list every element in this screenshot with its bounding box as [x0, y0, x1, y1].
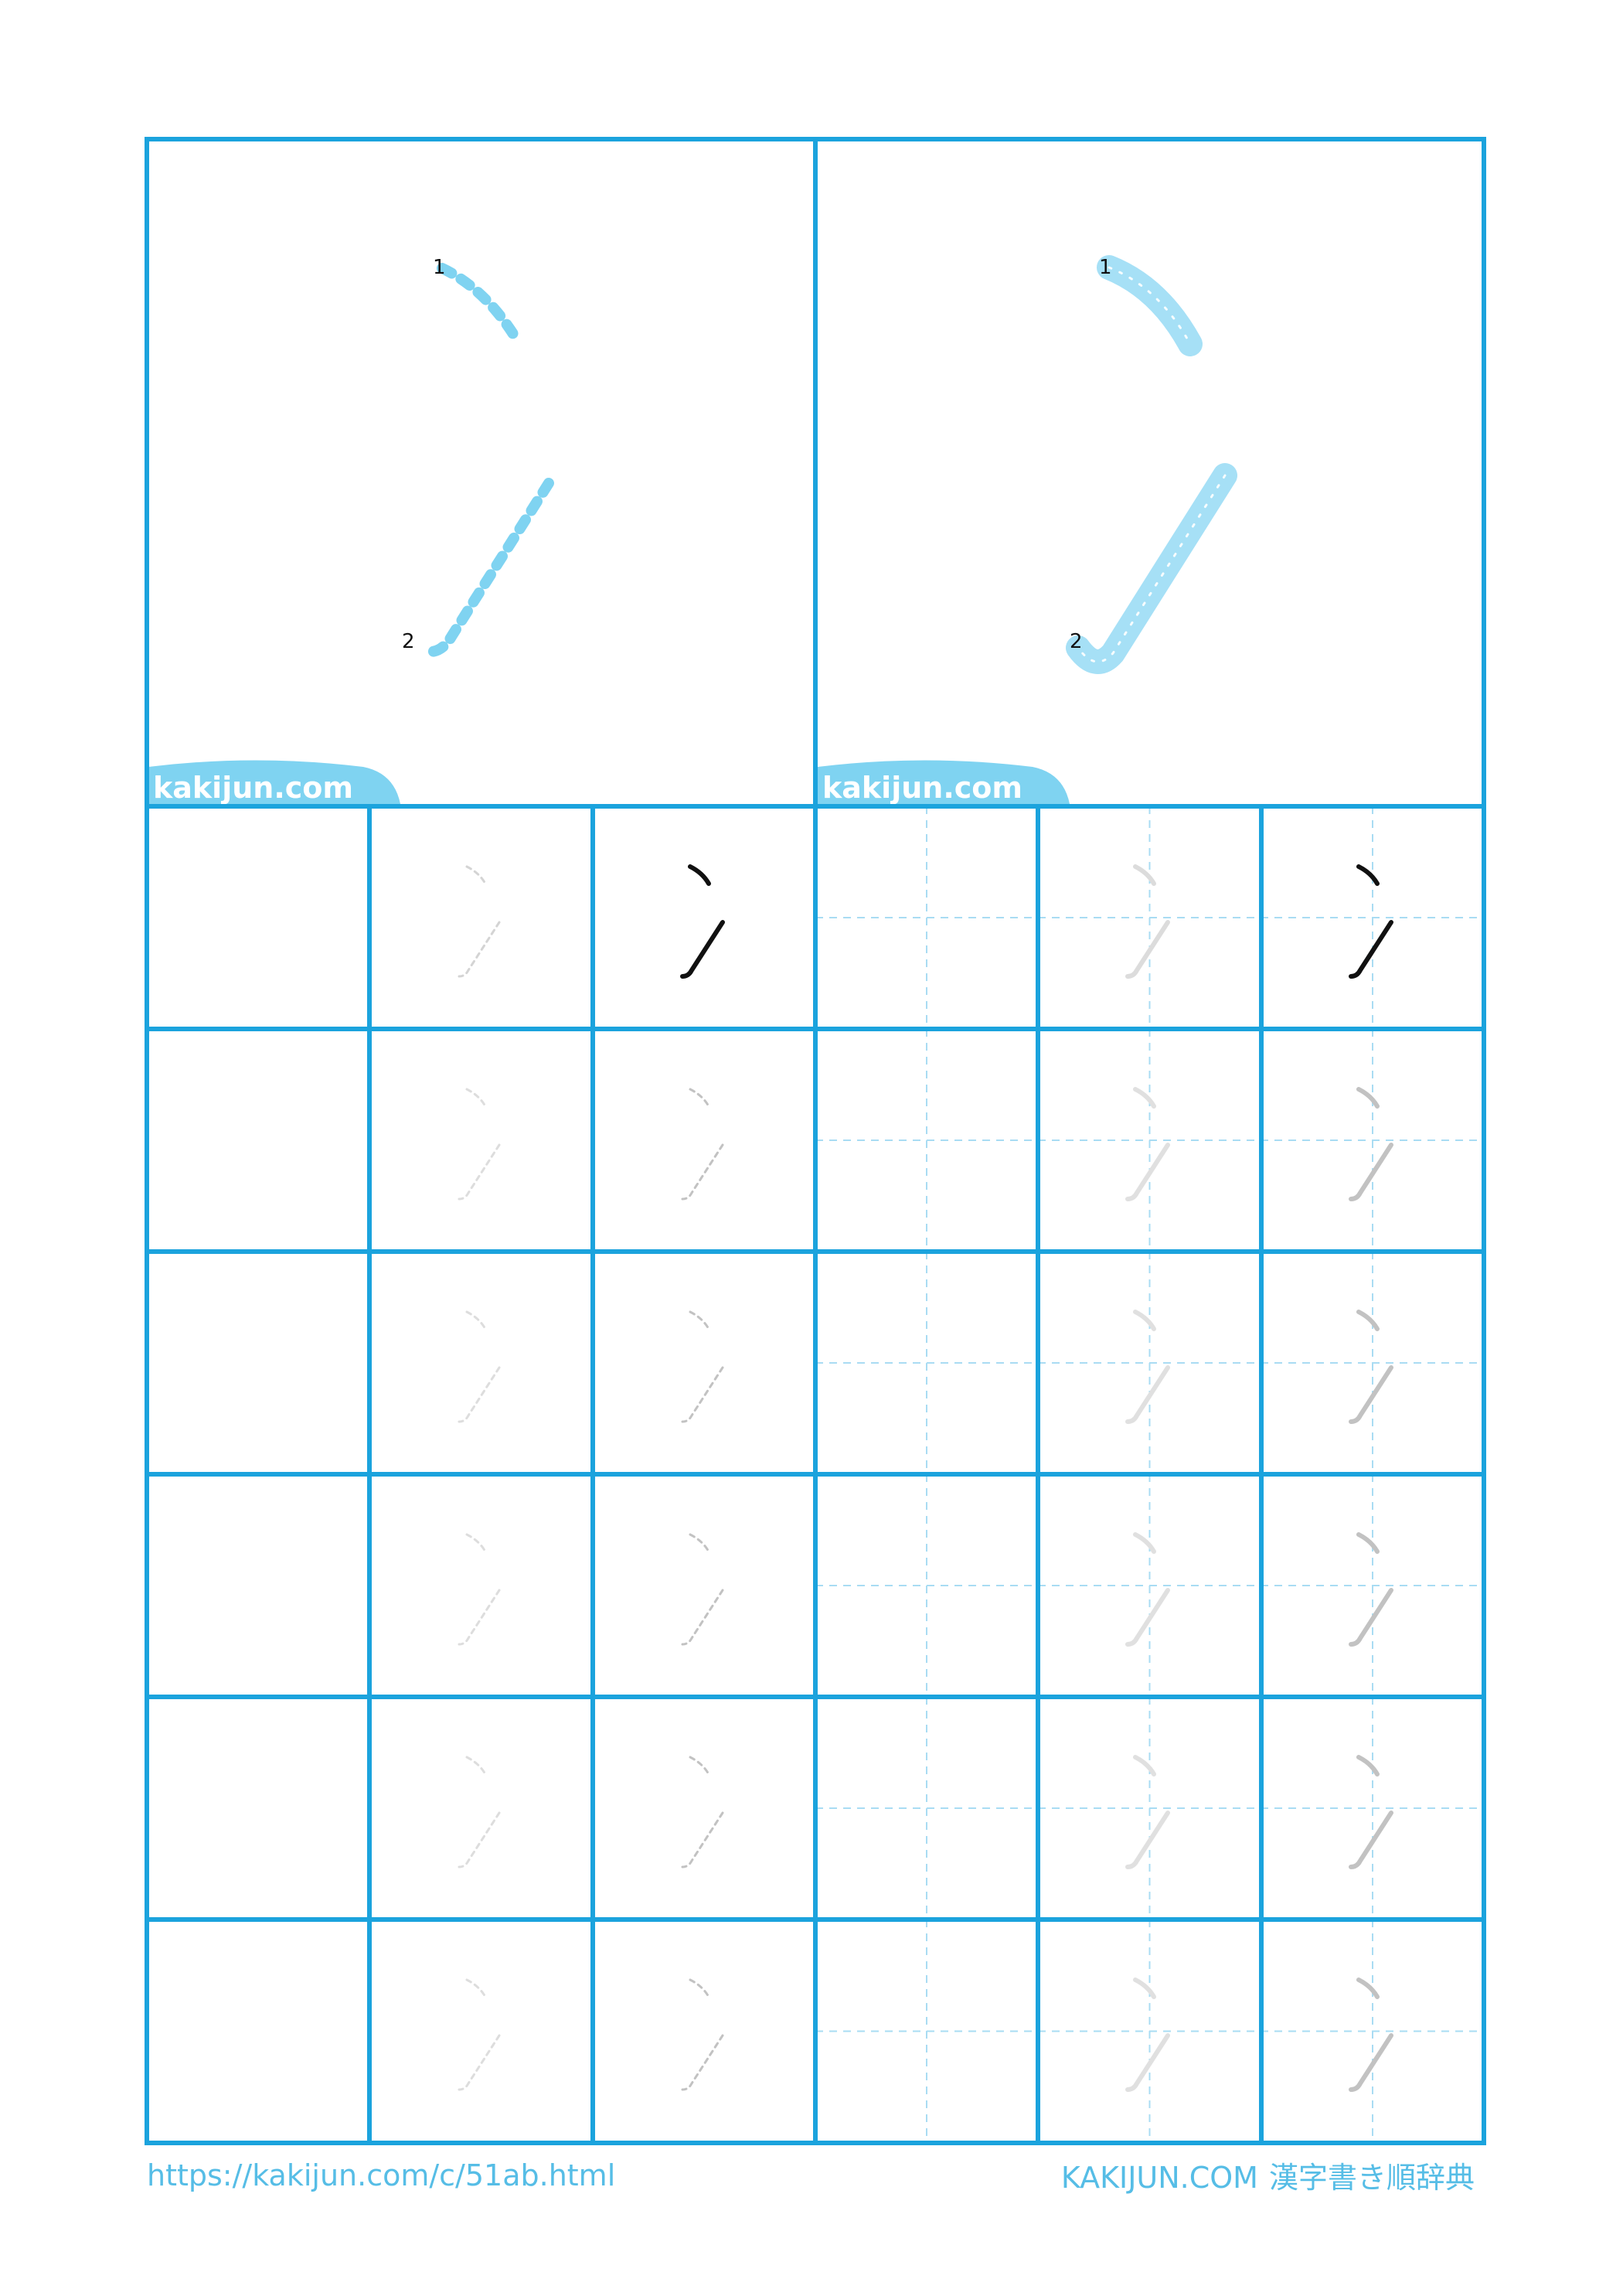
trace-stroke — [681, 2034, 724, 2091]
stroke-order-panel-filled: 1 2 kakijun.com — [818, 255, 1237, 805]
stroke-1-filled — [1097, 255, 1203, 356]
stroke-order-panel-dashed: 1 2 kakijun.com — [148, 256, 554, 805]
practice-cell-character — [681, 1310, 724, 1423]
practice-cell-character — [458, 1978, 501, 2091]
practice-cell-character — [458, 1088, 501, 1201]
trace-stroke — [465, 1088, 487, 1108]
stroke-number-2-filled: 2 — [1070, 630, 1083, 653]
trace-stroke — [1125, 920, 1170, 979]
practice-cell-character — [681, 1533, 724, 1646]
trace-stroke — [689, 1088, 710, 1108]
trace-stroke — [465, 1978, 487, 1998]
trace-stroke — [465, 865, 487, 885]
trace-stroke — [1125, 1365, 1170, 1424]
trace-stroke — [681, 1366, 724, 1423]
practice-cell-character — [680, 864, 725, 979]
practice-cell-character — [1125, 1532, 1170, 1647]
trace-stroke — [458, 1366, 501, 1423]
trace-stroke — [458, 921, 501, 978]
trace-stroke — [1356, 864, 1380, 886]
worksheet: 1 2 kakijun.com 1 2 kakijun.com — [145, 137, 1486, 2145]
practice-cell-character — [681, 1088, 724, 1201]
trace-stroke — [458, 1589, 501, 1646]
trace-stroke — [465, 1310, 487, 1330]
stroke-2-filled — [1066, 463, 1237, 674]
site-name: KAKIJUN.COM — [1060, 2161, 1258, 2195]
practice-cell-character — [1349, 1755, 1393, 1869]
practice-cell-character — [1349, 1310, 1393, 1424]
site-credit: KAKIJUN.COM 漢字書き順辞典 — [1050, 2154, 1475, 2196]
trace-stroke — [458, 2034, 501, 2091]
site-tab-label: kakijun.com — [153, 771, 353, 805]
practice-cell-character — [1125, 1977, 1170, 2092]
trace-stroke — [465, 1756, 487, 1776]
practice-cell-character — [1125, 1087, 1170, 1201]
trace-stroke — [1356, 1755, 1380, 1777]
stroke-2-dashed — [418, 478, 554, 657]
trace-stroke — [1125, 1588, 1170, 1647]
grid-lines — [145, 137, 1486, 2145]
trace-stroke — [1133, 864, 1156, 886]
trace-stroke — [1125, 2033, 1170, 2092]
trace-stroke — [1356, 1977, 1380, 1999]
trace-stroke — [1133, 1532, 1156, 1554]
practice-cell-character — [681, 1756, 724, 1868]
trace-stroke — [1125, 1143, 1170, 1201]
dictionary-title: 漢字書き順辞典 — [1268, 2161, 1475, 2195]
trace-stroke — [1349, 1143, 1393, 1201]
stroke-number-2: 2 — [402, 630, 415, 653]
trace-stroke — [689, 1756, 710, 1776]
practice-cell-character — [681, 1978, 724, 2091]
trace-stroke — [1133, 1310, 1156, 1331]
practice-cell-character — [1349, 864, 1393, 979]
trace-stroke — [1349, 1365, 1393, 1424]
trace-stroke — [1349, 1811, 1393, 1869]
trace-stroke — [689, 1978, 710, 1998]
trace-stroke — [689, 1533, 710, 1553]
practice-cell-character — [1125, 1755, 1170, 1869]
trace-stroke — [680, 920, 725, 979]
trace-stroke — [681, 1143, 724, 1201]
trace-stroke — [458, 1811, 501, 1868]
practice-cell-character — [1125, 864, 1170, 979]
practice-cell-character — [1125, 1310, 1170, 1424]
trace-stroke — [1133, 1087, 1156, 1109]
practice-cell-character — [458, 865, 501, 978]
page-url[interactable]: https://kakijun.com/c/51ab.html — [147, 2158, 615, 2192]
trace-stroke — [465, 1533, 487, 1553]
trace-stroke — [1356, 1532, 1380, 1554]
trace-stroke — [1349, 920, 1393, 979]
practice-cell-character — [1349, 1977, 1393, 2092]
trace-stroke — [681, 1589, 724, 1646]
trace-stroke — [681, 1811, 724, 1868]
practice-grid — [458, 864, 1393, 2092]
trace-stroke — [688, 864, 711, 886]
trace-stroke — [458, 1143, 501, 1201]
stroke-1-dashed — [437, 263, 519, 339]
site-tab-label-2: kakijun.com — [822, 771, 1022, 805]
practice-cell-character — [458, 1533, 501, 1646]
stroke-number-1: 1 — [433, 256, 446, 279]
practice-cell-character — [1349, 1087, 1393, 1201]
trace-stroke — [1356, 1087, 1380, 1109]
practice-cell-character — [458, 1310, 501, 1423]
trace-stroke — [1356, 1310, 1380, 1331]
trace-stroke — [1133, 1755, 1156, 1777]
trace-stroke — [1349, 1588, 1393, 1647]
trace-stroke — [1133, 1977, 1156, 1999]
trace-stroke — [1125, 1811, 1170, 1869]
trace-stroke — [689, 1310, 710, 1330]
practice-cell-character — [458, 1756, 501, 1868]
stroke-number-1-filled: 1 — [1099, 256, 1112, 279]
practice-cell-character — [1349, 1532, 1393, 1647]
trace-stroke — [1349, 2033, 1393, 2092]
